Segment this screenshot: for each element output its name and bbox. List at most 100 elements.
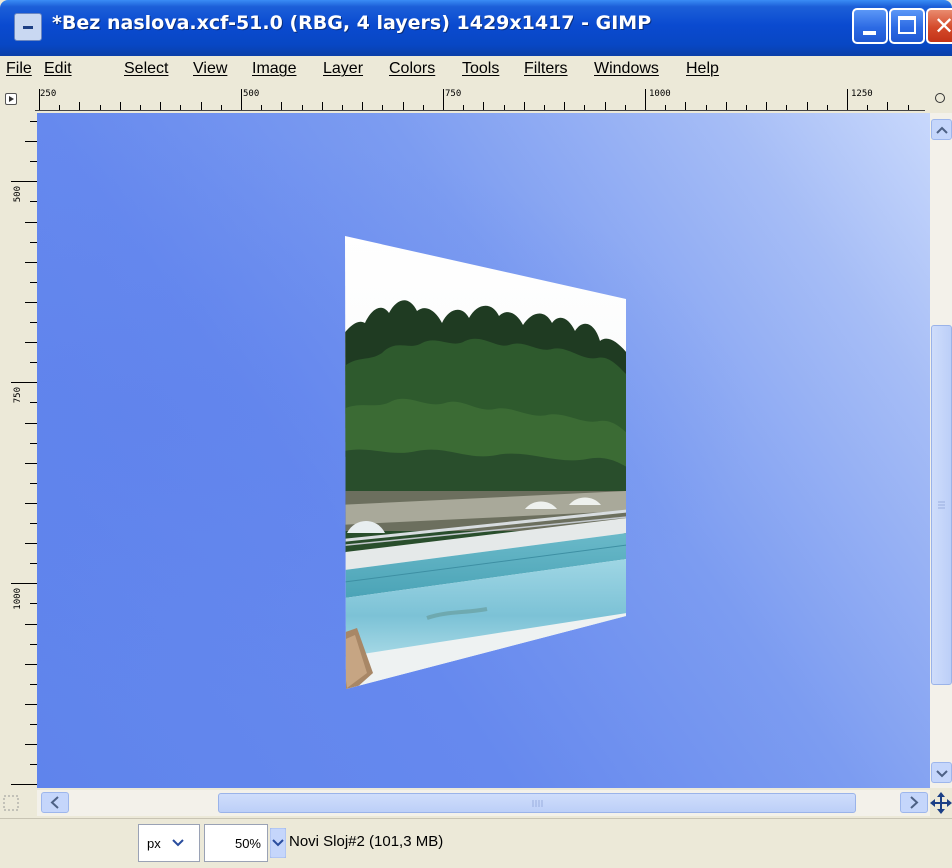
zoom-input[interactable]: 50%: [204, 824, 268, 862]
menu-file[interactable]: File: [6, 60, 32, 78]
ruler-tick: [483, 102, 485, 110]
ruler-tick: [30, 281, 37, 283]
zoom-dropdown-icon[interactable]: [270, 828, 286, 858]
scroll-left-icon: [50, 796, 59, 809]
scroll-up-button[interactable]: [931, 119, 952, 140]
ruler-tick: [30, 362, 37, 364]
ruler-tick: [25, 623, 37, 625]
ruler-tick: [25, 141, 37, 143]
vruler-label: 500: [13, 186, 23, 203]
unit-select[interactable]: px: [138, 824, 200, 862]
ruler-tick: [25, 462, 37, 464]
ruler-tick: [705, 105, 707, 110]
ruler-tick: [11, 583, 37, 585]
menu-image[interactable]: Image: [252, 60, 296, 78]
menu-windows[interactable]: Windows: [594, 60, 659, 78]
vertical-scroll-thumb[interactable]: [931, 325, 952, 685]
ruler-tick: [30, 482, 37, 484]
menu-filters[interactable]: Filters: [524, 60, 568, 78]
vertical-ruler[interactable]: 500 750 1000: [0, 113, 38, 788]
vruler-label: 750: [13, 387, 23, 404]
vruler-label-text: 500: [13, 186, 23, 203]
ruler-tick: [25, 342, 37, 344]
zoom-button[interactable]: [930, 88, 952, 110]
maximize-button[interactable]: [889, 8, 925, 44]
ruler-tick: [30, 121, 37, 122]
ruler-tick: [584, 105, 586, 110]
ruler-tick: [119, 102, 121, 110]
ruler-tick: [443, 89, 444, 110]
ruler-tick: [463, 105, 465, 110]
ruler-tick: [25, 422, 37, 424]
gimp-app-icon[interactable]: [14, 13, 42, 41]
ruler-tick: [11, 784, 37, 786]
scroll-down-button[interactable]: [931, 762, 952, 783]
layer-info: Novi Sloj#2 (101,3 MB): [289, 833, 444, 850]
zoom-icon: [935, 93, 945, 103]
vruler-label-text: 750: [13, 387, 23, 404]
hruler-label: 1250: [851, 89, 873, 99]
menu-view[interactable]: View: [193, 60, 227, 78]
horizontal-ruler[interactable]: 250 500 750 1000 1250: [35, 88, 925, 111]
ruler-tick: [645, 89, 646, 110]
ruler-tick: [867, 105, 869, 110]
quickmask-button[interactable]: [0, 790, 37, 816]
ruler-tick: [301, 105, 303, 110]
menu-colors[interactable]: Colors: [389, 60, 435, 78]
ruler-tick: [25, 261, 37, 263]
ruler-tick: [160, 102, 162, 110]
zoom-value: 50%: [234, 836, 261, 851]
scroll-right-icon: [910, 796, 919, 809]
ruler-tick: [11, 382, 37, 384]
horizontal-scrollbar[interactable]: [37, 790, 930, 816]
menu-layer[interactable]: Layer: [323, 60, 363, 78]
ruler-tick: [30, 563, 37, 565]
ruler-menu-button[interactable]: [0, 88, 35, 110]
scroll-right-button[interactable]: [900, 792, 928, 813]
chevron-down-icon: [172, 839, 184, 847]
ruler-tick: [746, 105, 747, 110]
ruler-tick: [25, 543, 37, 545]
ruler-tick: [200, 102, 202, 110]
ruler-tick: [665, 105, 667, 110]
ruler-tick: [402, 102, 404, 110]
ruler-tick: [766, 102, 768, 110]
ruler-tick: [887, 102, 889, 110]
ruler-tick: [25, 703, 37, 705]
ruler-tick: [30, 683, 37, 685]
menu-help[interactable]: Help: [686, 60, 719, 78]
ruler-tick: [685, 102, 687, 110]
vruler-label-text: 1000: [13, 588, 23, 610]
scroll-left-button[interactable]: [41, 792, 69, 813]
horizontal-scroll-thumb[interactable]: [218, 793, 856, 813]
hruler-label: 750: [445, 89, 462, 99]
ruler-tick: [826, 105, 828, 110]
close-button[interactable]: ✕: [926, 8, 952, 44]
title-bar: *Bez naslova.xcf-51.0 (RBG, 4 layers) 14…: [0, 0, 952, 56]
ruler-tick: [25, 221, 37, 223]
ruler-tick: [544, 105, 545, 110]
menu-bar: File Edit Select View Image Layer Colors…: [0, 56, 952, 84]
ruler-tick: [523, 102, 525, 110]
menu-tools[interactable]: Tools: [462, 60, 499, 78]
menu-select[interactable]: Select: [124, 60, 168, 78]
hruler-label: 1000: [649, 89, 671, 99]
vruler-label: 1000: [13, 588, 23, 610]
navigate-button[interactable]: [930, 790, 952, 816]
grip-icon: [532, 800, 543, 807]
close-icon: ✕: [934, 12, 952, 40]
ruler-tick: [30, 241, 37, 243]
image-canvas[interactable]: [37, 113, 930, 788]
minimize-button[interactable]: [852, 8, 888, 44]
window-title: *Bez naslova.xcf-51.0 (RBG, 4 layers) 14…: [52, 12, 652, 34]
ruler-tick: [59, 105, 61, 110]
ruler-tick: [422, 105, 424, 110]
ruler-tick: [604, 102, 606, 110]
ruler-tick: [25, 301, 37, 303]
ruler-tick: [281, 102, 283, 110]
ruler-tick: [30, 603, 37, 605]
menu-edit[interactable]: Edit: [44, 60, 72, 78]
ruler-tick: [30, 764, 37, 766]
vertical-scrollbar[interactable]: [930, 113, 952, 788]
ruler-tick: [786, 105, 788, 110]
